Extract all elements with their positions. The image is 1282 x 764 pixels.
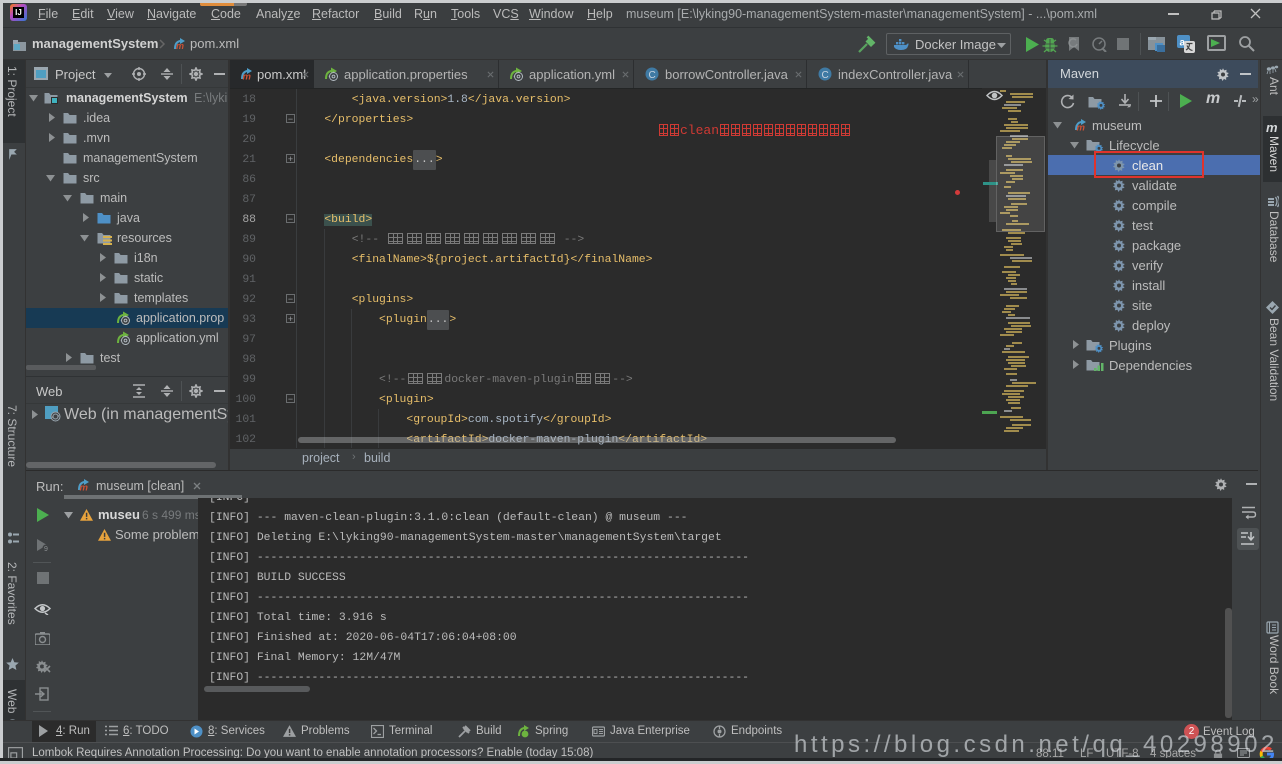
svg-text:m: m — [176, 41, 184, 51]
svg-text:C: C — [822, 70, 829, 81]
svg-text:m: m — [243, 72, 252, 82]
svg-text:m: m — [1077, 123, 1086, 133]
svg-text:9: 9 — [44, 546, 48, 552]
svg-text:m: m — [80, 483, 89, 493]
svg-text:C: C — [649, 70, 656, 81]
